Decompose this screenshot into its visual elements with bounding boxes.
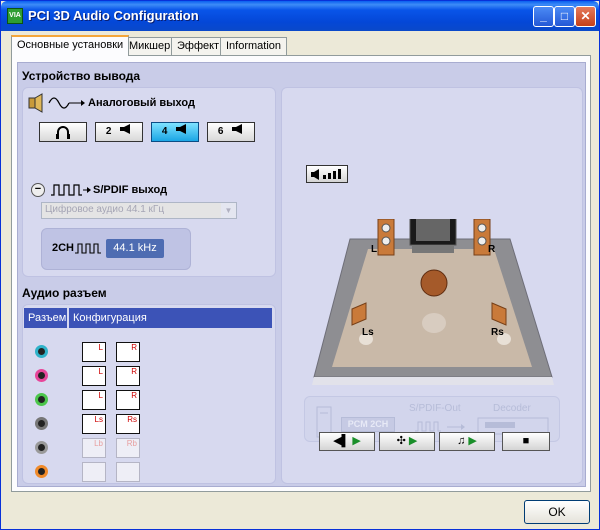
decoder-label: Decoder (493, 403, 531, 414)
stop-icon: ■ (522, 435, 530, 447)
config-label: Lb (94, 439, 103, 448)
digital-signal-icon (51, 184, 91, 196)
spdif-status-box: 2CH 44.1 kHz (41, 228, 191, 270)
spdif-select-value: Цифровое аудио 44.1 кГц (45, 204, 165, 215)
spdif-out-label: S/PDIF-Out (409, 403, 461, 414)
tab-effect[interactable]: Эффект (171, 37, 226, 55)
spdif-output-label: S/PDIF выход (93, 184, 168, 196)
speaker-right-label: R (488, 244, 496, 255)
close-button[interactable]: ✕ (575, 6, 596, 27)
tab-information[interactable]: Information (220, 37, 288, 55)
config-line-right-button[interactable]: R (116, 390, 140, 410)
analog-output-label: Аналоговый выход (88, 97, 195, 109)
jack-pink (35, 369, 48, 382)
volume-bars-icon (311, 169, 341, 180)
headphones-icon (56, 126, 70, 139)
play-icon: ▶ (352, 435, 361, 447)
play-music-button[interactable]: ♫ ▶ (439, 432, 495, 451)
speaker-surround-right-label: Rs (491, 327, 504, 338)
config-mic-left-button[interactable]: L (82, 366, 106, 386)
spdif-sample-rate-select[interactable]: Цифровое аудио 44.1 кГц ▼ (41, 202, 237, 219)
config-column-header: Конфигурация (69, 308, 272, 328)
config-label: R (131, 367, 137, 376)
config-mic-right-button[interactable]: R (116, 366, 140, 386)
music-note-icon: ♫ (457, 435, 466, 447)
speaker-icon (120, 124, 131, 134)
speaker-test-button[interactable] (306, 165, 348, 183)
mode-label: 6 (217, 126, 224, 137)
config-label: L (98, 367, 103, 376)
digital-signal-icon (75, 243, 101, 254)
spdif-frequency-value: 44.1 kHz (106, 239, 164, 258)
config-label: R (131, 391, 137, 400)
jack-blue (35, 345, 48, 358)
jack-green (35, 393, 48, 406)
app-icon: VIA (7, 8, 23, 24)
config-front-right-button[interactable]: R (116, 342, 140, 362)
minimize-button[interactable]: _ (533, 6, 554, 27)
surround-icon: ✣ (396, 435, 406, 447)
spdif-toggle-button[interactable]: − (31, 183, 45, 197)
config-subwoofer-button[interactable] (116, 462, 140, 482)
speaker-left-label: L (371, 244, 378, 255)
speaker-icon: ◀▌ (333, 435, 350, 447)
config-front-left-button[interactable]: L (82, 342, 106, 362)
maximize-button[interactable]: □ (554, 6, 575, 27)
play-icon: ▶ (408, 435, 418, 447)
speaker-room-diagram (312, 219, 554, 385)
config-label: Rb (126, 439, 137, 448)
config-line-left-button[interactable]: L (82, 390, 106, 410)
config-label: L (98, 343, 103, 352)
config-surround-left-button[interactable]: Ls (82, 414, 106, 434)
config-surround-right-button[interactable]: Rs (116, 414, 140, 434)
2-speaker-mode-button[interactable]: 2 (95, 122, 143, 142)
tab-mixer[interactable]: Микшер (123, 37, 177, 55)
tab-panel: Устройство вывода Аналоговый выход 2 4 6… (11, 55, 591, 492)
mode-label: 2 (105, 126, 112, 137)
output-device-title: Устройство вывода (22, 69, 141, 83)
settings-area: Устройство вывода Аналоговый выход 2 4 6… (17, 62, 586, 487)
jack-column-header: Разъем (24, 308, 67, 328)
config-label: L (98, 391, 103, 400)
mode-label: 4 (161, 126, 168, 137)
play-front-button[interactable]: ◀▌ ▶ (319, 432, 375, 451)
pcm-channel-label: PCM 2CH (341, 417, 395, 432)
play-icon: ▶ (468, 435, 477, 447)
speaker-surround-left-label: Ls (362, 327, 374, 338)
chevron-down-icon: ▼ (221, 203, 236, 218)
config-center-button[interactable] (82, 462, 106, 482)
digital-signal-icon (415, 421, 465, 432)
play-surround-button[interactable]: ✣ ▶ (379, 432, 435, 451)
config-label: Rs (127, 415, 137, 424)
6-speaker-mode-button[interactable]: 6 (207, 122, 255, 142)
4-speaker-mode-button[interactable]: 4 (151, 122, 199, 142)
output-device-box: Аналоговый выход 2 4 6 − S/PDIF выход Ци… (22, 87, 276, 277)
jack-gray (35, 441, 48, 454)
headphones-mode-button[interactable] (39, 122, 87, 142)
dialog-window: VIA PCI 3D Audio Configuration _ □ ✕ Осн… (0, 0, 600, 530)
analog-output-icon (28, 93, 85, 113)
jack-black (35, 417, 48, 430)
audio-jack-box (22, 304, 276, 484)
stop-button[interactable]: ■ (502, 432, 550, 451)
config-back-left-button[interactable]: Lb (82, 438, 106, 458)
window-title: PCI 3D Audio Configuration (28, 8, 199, 23)
config-back-right-button[interactable]: Rb (116, 438, 140, 458)
speaker-icon (232, 124, 243, 134)
title-bar: VIA PCI 3D Audio Configuration _ □ ✕ (1, 1, 599, 31)
config-label: Ls (94, 415, 103, 424)
audio-jack-title: Аудио разъем (22, 286, 107, 300)
tab-basic-settings[interactable]: Основные установки (11, 35, 130, 56)
speaker-icon (176, 124, 187, 134)
config-label: R (131, 343, 137, 352)
spdif-channels-label: 2CH (52, 242, 75, 254)
ok-button[interactable]: OK (524, 500, 590, 524)
jack-orange (35, 465, 48, 478)
